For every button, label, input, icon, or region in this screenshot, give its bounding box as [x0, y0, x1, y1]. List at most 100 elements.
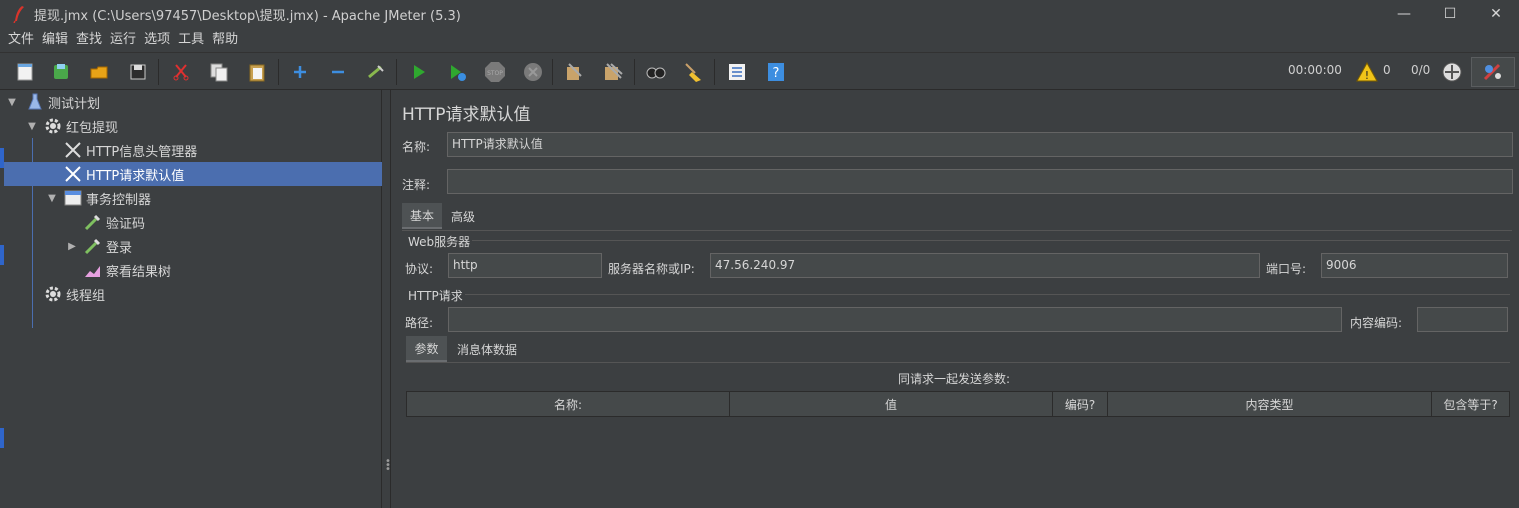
collapse-arrow-icon[interactable]: ▼	[6, 97, 18, 108]
menu-search[interactable]: 查找	[72, 28, 106, 52]
tree-item-login[interactable]: ▶ 登录	[0, 234, 382, 258]
collapse-arrow-icon[interactable]: ▼	[26, 121, 38, 132]
tab-divider	[402, 230, 1512, 231]
collapse-arrow-icon[interactable]: ▼	[46, 193, 58, 204]
params-caption: 同请求一起发送参数:	[898, 372, 1011, 386]
templates-icon[interactable]	[50, 61, 72, 83]
function-helper-icon[interactable]	[726, 61, 748, 83]
log-viewer-button[interactable]	[1471, 57, 1515, 87]
menu-tools[interactable]: 工具	[174, 28, 208, 52]
title-bar: 提现.jmx (C:\Users\97457\Desktop\提现.jmx) -…	[0, 0, 1519, 28]
encoding-field[interactable]	[1417, 307, 1508, 332]
http-request-group-title: HTTP请求	[406, 287, 465, 304]
maximize-button[interactable]: ☐	[1427, 0, 1473, 28]
edge-marker	[0, 148, 4, 168]
tree-item-transaction-controller[interactable]: ▼ 事务控制器	[0, 186, 382, 210]
params-table-header: 名称: 值 编码? 内容类型 包含等于?	[406, 391, 1510, 417]
wrench-icon	[64, 165, 82, 183]
column-header-name[interactable]: 名称:	[407, 392, 730, 416]
open-icon[interactable]	[88, 61, 110, 83]
clear-icon[interactable]	[563, 61, 585, 83]
server-field[interactable]: 47.56.240.97	[710, 253, 1260, 278]
protocol-label: 协议:	[405, 262, 434, 276]
menu-edit[interactable]: 编辑	[38, 28, 72, 52]
menu-options[interactable]: 选项	[140, 28, 174, 52]
help-icon[interactable]: ?	[765, 61, 787, 83]
tab-body-data[interactable]: 消息体数据	[450, 336, 524, 362]
path-field[interactable]	[448, 307, 1342, 332]
paste-icon[interactable]	[246, 61, 268, 83]
web-server-group-title: Web服务器	[406, 233, 473, 250]
column-header-encode[interactable]: 编码?	[1053, 392, 1108, 416]
tree-item-result-tree[interactable]: 察看结果树	[0, 258, 382, 282]
toggle-icon[interactable]	[365, 61, 387, 83]
port-field[interactable]: 9006	[1321, 253, 1508, 278]
stop-icon[interactable]: STOP	[484, 61, 506, 83]
reset-search-icon[interactable]	[683, 61, 705, 83]
tree-item-label: 测试计划	[48, 96, 101, 112]
shutdown-icon[interactable]	[522, 61, 544, 83]
close-button[interactable]: ✕	[1473, 0, 1519, 28]
controller-icon	[64, 189, 82, 207]
remote-icon[interactable]	[1441, 61, 1463, 83]
search-icon[interactable]	[645, 61, 667, 83]
tree-item-red-packet[interactable]: ▼ 红包提现	[0, 114, 382, 138]
menu-help[interactable]: 帮助	[208, 28, 242, 52]
collapse-icon[interactable]	[327, 61, 349, 83]
pipette-icon	[84, 213, 102, 231]
save-icon[interactable]	[127, 61, 149, 83]
tab-basic[interactable]: 基本	[402, 203, 442, 229]
expand-arrow-icon[interactable]: ▶	[66, 241, 78, 252]
panel-splitter[interactable]: • • •	[382, 90, 391, 508]
menu-run[interactable]: 运行	[106, 28, 140, 52]
svg-text:!: !	[1365, 69, 1369, 82]
tab-advanced[interactable]: 高级	[442, 203, 484, 229]
menu-bar: 文件 编辑 查找 运行 选项 工具 帮助	[0, 28, 1519, 52]
edge-marker	[0, 428, 4, 448]
comment-field[interactable]	[447, 169, 1513, 194]
expand-icon[interactable]	[289, 61, 311, 83]
name-field[interactable]: HTTP请求默认值	[447, 132, 1513, 157]
protocol-field[interactable]: http	[448, 253, 602, 278]
sub-tab-divider	[406, 362, 1510, 363]
minimize-button[interactable]: —	[1381, 0, 1427, 28]
column-header-value[interactable]: 值	[730, 392, 1053, 416]
copy-icon[interactable]	[208, 61, 230, 83]
gear-icon	[44, 285, 62, 303]
window-controls: — ☐ ✕	[1381, 0, 1519, 28]
tree-item-header-manager[interactable]: HTTP信息头管理器	[0, 138, 382, 162]
column-header-include-equals[interactable]: 包含等于?	[1432, 392, 1509, 416]
server-label: 服务器名称或IP:	[608, 262, 695, 276]
name-label: 名称:	[402, 140, 431, 154]
warning-icon[interactable]: !	[1356, 61, 1378, 83]
window-title: 提现.jmx (C:\Users\97457\Desktop\提现.jmx) -…	[34, 8, 461, 24]
test-plan-tree: ▼ 测试计划 ▼ 红包提现 HTTP信息头管理器 HTTP请求默认值 ▼ 事务控…	[0, 90, 382, 508]
wrench-icon	[64, 141, 82, 159]
clear-all-icon[interactable]	[602, 61, 624, 83]
tree-item-http-defaults[interactable]: HTTP请求默认值	[4, 162, 382, 186]
page-title: HTTP请求默认值	[402, 105, 531, 125]
splitter-grip-icon[interactable]: • • •	[385, 457, 391, 475]
comment-label: 注释:	[402, 178, 431, 192]
new-icon[interactable]	[14, 61, 36, 83]
start-no-pauses-icon[interactable]	[446, 61, 468, 83]
tree-item-label: 红包提现	[66, 120, 119, 136]
cut-icon[interactable]	[170, 61, 192, 83]
pipette-icon	[84, 237, 102, 255]
flask-icon	[26, 93, 44, 111]
menu-file[interactable]: 文件	[4, 28, 38, 52]
svg-text:?: ?	[773, 66, 780, 81]
column-header-content-type[interactable]: 内容类型	[1108, 392, 1432, 416]
tree-item-label: 事务控制器	[86, 192, 152, 208]
tree-item-thread-group[interactable]: 线程组	[0, 282, 382, 306]
jmeter-feather-icon	[13, 6, 24, 23]
tree-item-test-plan[interactable]: ▼ 测试计划	[0, 90, 382, 114]
encoding-label: 内容编码:	[1350, 316, 1403, 330]
tree-item-label: HTTP请求默认值	[86, 168, 185, 184]
tab-parameters[interactable]: 参数	[406, 336, 447, 362]
log-viewer-icon	[1483, 63, 1501, 81]
toolbar: STOP ? 00:00:00 ! 0 0/0	[0, 52, 1519, 90]
tree-item-captcha[interactable]: 验证码	[0, 210, 382, 234]
start-icon[interactable]	[408, 61, 430, 83]
active-threads: 0/0	[1411, 63, 1431, 77]
